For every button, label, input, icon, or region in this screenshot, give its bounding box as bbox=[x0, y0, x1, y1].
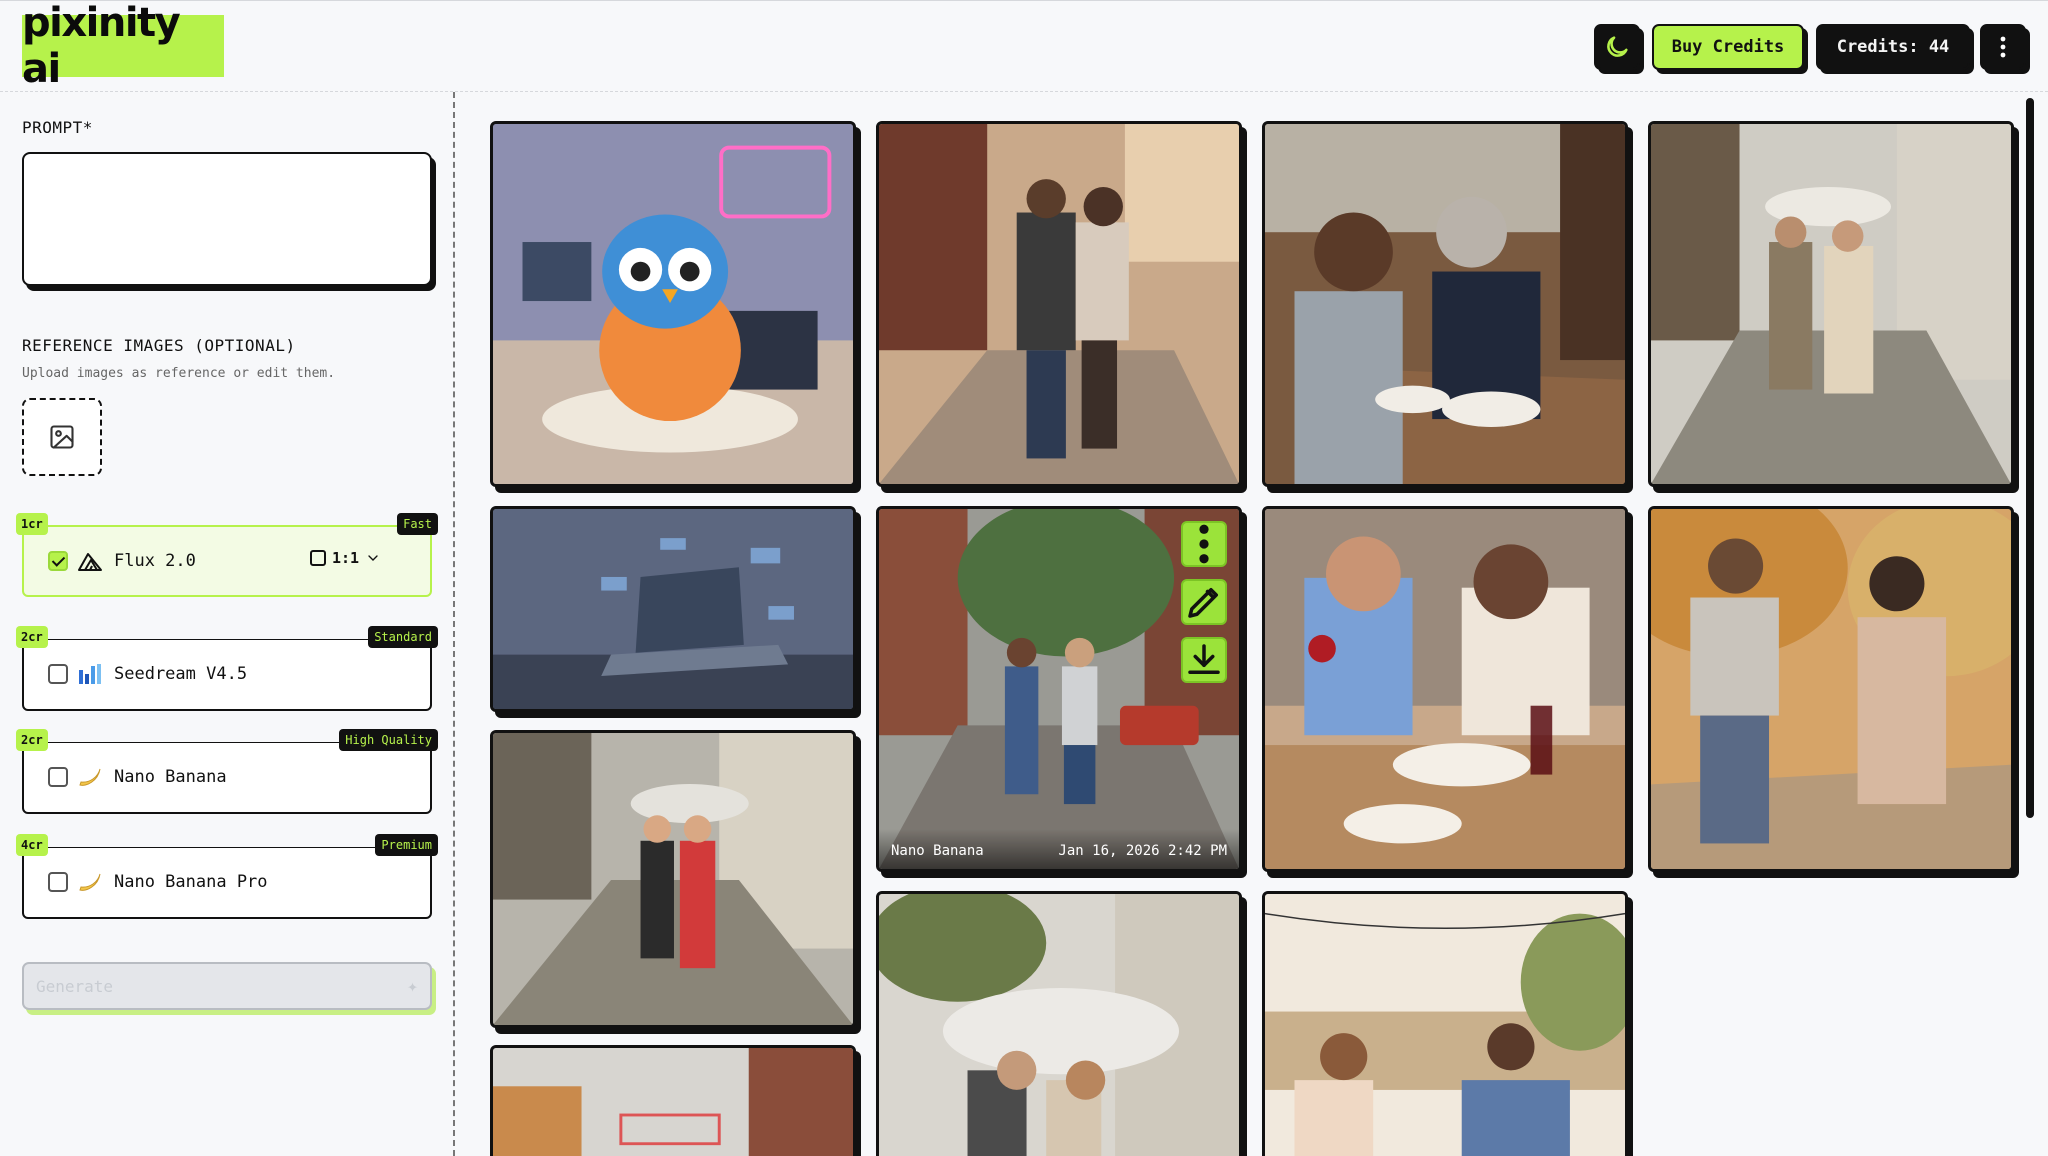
top-bar: pixinity ai Buy Credits Credits: 44 bbox=[0, 0, 2048, 92]
model-credit-cost: 4cr bbox=[16, 834, 48, 856]
model-name: Flux 2.0 bbox=[114, 551, 196, 571]
image-gallery: Nano Banana Jan 16, 2026 2:42 PM bbox=[456, 93, 2048, 1156]
image-caption: Nano Banana Jan 16, 2026 2:42 PM bbox=[879, 829, 1239, 869]
more-vertical-icon bbox=[2000, 36, 2006, 58]
reference-images-title: REFERENCE IMAGES (OPTIONAL) bbox=[22, 336, 296, 355]
credits-balance-button[interactable]: Credits: 44 bbox=[1816, 24, 1970, 70]
pencil-icon bbox=[1188, 588, 1218, 618]
theme-toggle-button[interactable] bbox=[1594, 24, 1640, 70]
couple-toast-terrace-image bbox=[1265, 894, 1625, 1156]
app-logo[interactable]: pixinity ai bbox=[22, 0, 224, 92]
couple-umbrella-street-image bbox=[493, 733, 853, 1025]
model-credit-cost: 1cr bbox=[16, 513, 48, 535]
model-checkbox[interactable] bbox=[48, 767, 68, 787]
prompt-input[interactable] bbox=[22, 152, 432, 286]
model-name: Nano Banana bbox=[114, 767, 227, 787]
gallery-image[interactable] bbox=[490, 121, 856, 487]
banana-icon bbox=[79, 768, 101, 786]
gallery-image[interactable] bbox=[1262, 121, 1628, 487]
gallery-image[interactable] bbox=[490, 506, 856, 712]
gallery-image[interactable] bbox=[1648, 121, 2014, 487]
couple-pasta-dinner-image bbox=[1265, 509, 1625, 869]
generate-button[interactable]: Generate ✦ bbox=[22, 962, 432, 1010]
model-credit-cost: 2cr bbox=[16, 729, 48, 751]
laptop-hologram-image bbox=[493, 509, 853, 709]
model-tier-badge: Standard bbox=[368, 626, 438, 648]
flux-logo-icon bbox=[78, 553, 102, 571]
generation-sidebar: PROMPT* REFERENCE IMAGES (OPTIONAL) Uplo… bbox=[0, 92, 455, 1156]
moon-icon bbox=[1607, 36, 1628, 57]
model-tier-badge: High Quality bbox=[339, 729, 438, 751]
couple-umbrella-paris-image bbox=[1651, 124, 2011, 484]
model-option-nano-banana[interactable]: 2cr High Quality Nano Banana bbox=[16, 729, 438, 814]
model-checkbox[interactable] bbox=[48, 551, 68, 571]
square-ratio-icon bbox=[310, 550, 326, 566]
gallery-image[interactable] bbox=[1648, 506, 2014, 872]
more-vertical-icon bbox=[1199, 524, 1209, 564]
image-model-label: Nano Banana bbox=[891, 843, 984, 859]
gallery-image[interactable] bbox=[490, 730, 856, 1028]
model-name: Nano Banana Pro bbox=[114, 872, 268, 892]
aspect-ratio-select[interactable]: 1:1 bbox=[310, 549, 381, 567]
more-menu-button[interactable] bbox=[1980, 24, 2026, 70]
chevron-down-icon bbox=[368, 555, 378, 561]
prompt-label: PROMPT* bbox=[22, 118, 93, 137]
model-checkbox[interactable] bbox=[48, 664, 68, 684]
model-credit-cost: 2cr bbox=[16, 626, 48, 648]
image-more-button[interactable] bbox=[1181, 521, 1227, 567]
couple-cafe-dinner-image bbox=[1265, 124, 1625, 484]
gallery-image-selected[interactable]: Nano Banana Jan 16, 2026 2:42 PM bbox=[876, 506, 1242, 872]
image-download-button[interactable] bbox=[1181, 637, 1227, 683]
gallery-scrollbar[interactable] bbox=[2026, 98, 2034, 818]
image-icon bbox=[50, 425, 74, 449]
couple-autumn-walk-image bbox=[1651, 509, 2011, 869]
model-option-seedream[interactable]: 2cr Standard Seedream V4.5 bbox=[16, 626, 438, 711]
aspect-ratio-value: 1:1 bbox=[332, 549, 360, 567]
owl-coder-image bbox=[493, 124, 853, 484]
model-option-nano-banana-pro[interactable]: 4cr Premium Nano Banana Pro bbox=[16, 834, 438, 919]
image-edit-button[interactable] bbox=[1181, 579, 1227, 625]
buy-credits-button[interactable]: Buy Credits bbox=[1652, 24, 1804, 70]
model-tier-badge: Fast bbox=[397, 513, 438, 535]
gallery-image[interactable] bbox=[490, 1045, 856, 1156]
banana-icon bbox=[79, 873, 101, 891]
gallery-image[interactable] bbox=[1262, 506, 1628, 872]
model-name: Seedream V4.5 bbox=[114, 664, 248, 684]
reference-upload-button[interactable] bbox=[22, 398, 102, 476]
model-option-flux[interactable]: 1cr Fast Flux 2.0 1:1 bbox=[16, 513, 438, 597]
reference-images-subtitle: Upload images as reference or edit them. bbox=[22, 366, 336, 381]
model-tier-badge: Premium bbox=[375, 834, 438, 856]
public-market-image bbox=[493, 1048, 853, 1156]
gallery-image[interactable] bbox=[876, 891, 1242, 1156]
generate-label: Generate bbox=[36, 976, 114, 996]
sparkle-icon: ✦ bbox=[407, 976, 418, 997]
couple-umbrella-close-image bbox=[879, 894, 1239, 1156]
couple-walking-sunset-image bbox=[879, 124, 1239, 484]
model-checkbox[interactable] bbox=[48, 872, 68, 892]
seedream-logo-icon bbox=[79, 664, 101, 684]
gallery-image[interactable] bbox=[1262, 891, 1628, 1156]
download-icon bbox=[1188, 644, 1220, 674]
gallery-image[interactable] bbox=[876, 121, 1242, 487]
image-timestamp: Jan 16, 2026 2:42 PM bbox=[1058, 843, 1227, 859]
